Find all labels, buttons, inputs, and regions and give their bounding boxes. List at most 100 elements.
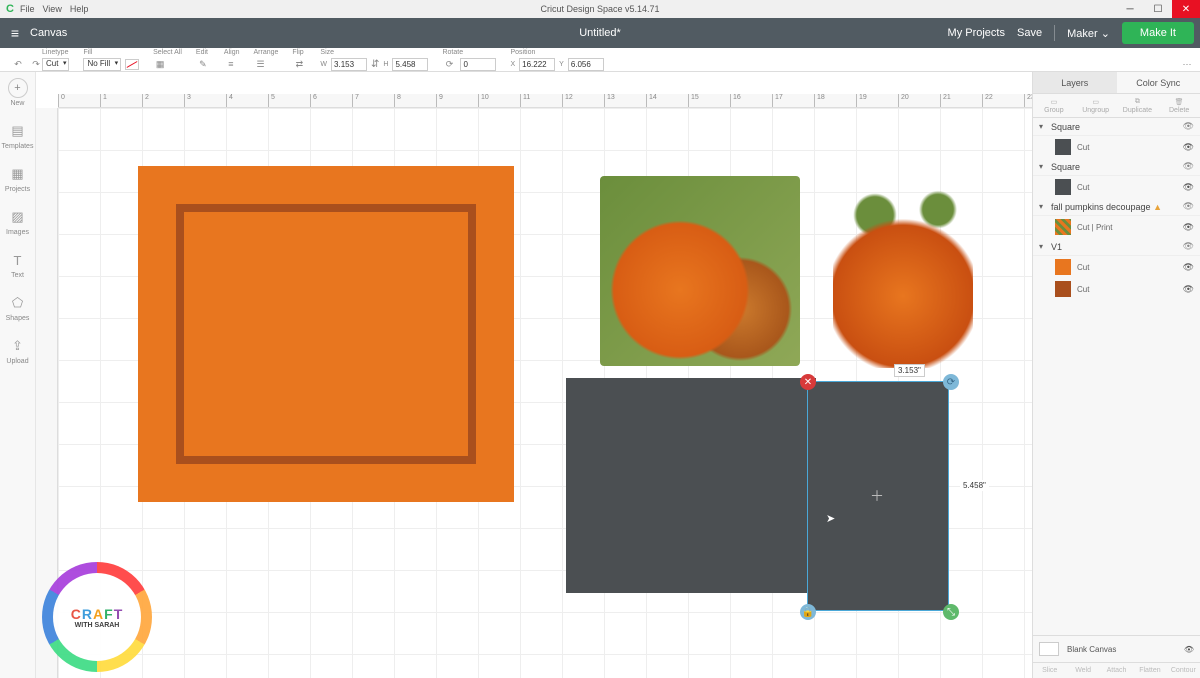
more-options-icon[interactable]: ⋯ [1180, 57, 1194, 71]
visibility-eye-icon[interactable]: 👁 [1183, 222, 1194, 233]
layer-sub-row[interactable]: Cut 👁 [1033, 256, 1200, 278]
size-height-input[interactable] [392, 58, 428, 71]
layer-swatch [1055, 259, 1071, 275]
window-maximize-button[interactable]: ☐ [1144, 0, 1172, 18]
projects-icon: ▦ [7, 164, 27, 184]
layer-sub-row[interactable]: Cut 👁 [1033, 176, 1200, 198]
rotate-input[interactable] [460, 58, 496, 71]
visibility-eye-icon[interactable]: 👁 [1183, 142, 1194, 153]
header-bar: ≡ Canvas Untitled* My Projects Save Make… [0, 18, 1200, 48]
layer-row[interactable]: ▾Square👁 [1033, 118, 1200, 136]
duplicate-button[interactable]: ⧉Duplicate [1117, 94, 1159, 117]
visibility-eye-icon[interactable]: 👁 [1183, 121, 1194, 132]
position-x-input[interactable] [519, 58, 555, 71]
layer-row[interactable]: ▾fall pumpkins decoupage ▲👁 [1033, 198, 1200, 216]
visibility-eye-icon[interactable]: 👁 [1183, 241, 1194, 252]
label-flip: Flip [292, 49, 306, 56]
visibility-eye-icon[interactable]: 👁 [1183, 201, 1194, 212]
window-minimize-button[interactable]: ─ [1116, 0, 1144, 18]
ruler-horizontal: 0123456789101112131415161718192021222324 [58, 94, 1032, 108]
flip-icon[interactable]: ⇄ [292, 57, 306, 71]
watermark-logo: CRAFT WITH SARAH [42, 562, 152, 672]
design-canvas[interactable]: ✕ ⟳ 🔒 ⤡ ＋ 3.153" 5.458" ➤ [58, 108, 1032, 678]
size-width-input[interactable] [331, 58, 367, 71]
upload-button[interactable]: ⇪Upload [6, 336, 28, 365]
tab-layers[interactable]: Layers [1033, 72, 1117, 93]
undo-icon[interactable]: ↶ [12, 57, 24, 71]
flatten-button[interactable]: Flatten [1133, 663, 1166, 678]
layer-sub-row[interactable]: Cut👁 [1033, 278, 1200, 300]
rotate-icon: ⟳ [442, 57, 456, 71]
fill-swatch-none-icon[interactable] [125, 59, 139, 70]
layer-row[interactable]: ▾V1👁 [1033, 238, 1200, 256]
hamburger-menu-icon[interactable]: ≡ [0, 25, 30, 41]
slice-button[interactable]: Slice [1033, 663, 1066, 678]
contour-button[interactable]: Contour [1167, 663, 1200, 678]
ungroup-button[interactable]: ▭Ungroup [1075, 94, 1117, 117]
templates-button[interactable]: ▤Templates [2, 121, 34, 150]
size-lock-icon[interactable]: ⇵ [371, 59, 379, 70]
edit-toolbar: ↶ ↷ Linetype Cut Fill No Fill Select All… [0, 48, 1200, 72]
mouse-cursor-icon: ➤ [826, 512, 835, 525]
chevron-down-icon: ⌄ [1101, 28, 1110, 40]
visibility-eye-icon[interactable]: 👁 [1183, 182, 1194, 193]
layer-sub-row[interactable]: Cut👁 [1033, 136, 1200, 158]
blank-canvas-label: Blank Canvas [1067, 645, 1116, 654]
layers-footer: SliceWeldAttachFlattenContour [1033, 662, 1200, 678]
text-icon: T [8, 250, 28, 270]
canvas-object-square-1[interactable] [566, 378, 816, 593]
menu-help[interactable]: Help [70, 4, 89, 14]
canvas-object-pumpkins-image[interactable] [600, 176, 800, 366]
make-it-button[interactable]: Make It [1122, 22, 1194, 44]
fill-select[interactable]: No Fill [83, 58, 121, 71]
tab-color-sync[interactable]: Color Sync [1117, 72, 1200, 93]
label-rotate: Rotate [442, 49, 496, 56]
layer-swatch [1055, 139, 1071, 155]
selection-lock-handle[interactable]: 🔒 [800, 604, 816, 620]
weld-button[interactable]: Weld [1066, 663, 1099, 678]
shapes-button[interactable]: ⬠Shapes [6, 293, 30, 322]
align-icon[interactable]: ≡ [224, 57, 238, 71]
position-y-input[interactable] [568, 58, 604, 71]
layer-sub-row[interactable]: Cut | Print👁 [1033, 216, 1200, 238]
visibility-eye-icon[interactable]: 👁 [1184, 645, 1194, 654]
menu-file[interactable]: File [20, 4, 35, 14]
attach-button[interactable]: Attach [1100, 663, 1133, 678]
machine-selector[interactable]: Maker ⌄ [1067, 27, 1110, 40]
projects-button[interactable]: ▦Projects [5, 164, 30, 193]
layer-row[interactable]: ▾Square👁 [1033, 158, 1200, 176]
arrange-icon[interactable]: ☰ [254, 57, 268, 71]
label-fill: Fill [83, 49, 139, 56]
group-button[interactable]: ▭Group [1033, 94, 1075, 117]
layer-operation-label: Cut [1077, 183, 1089, 192]
selection-delete-handle[interactable]: ✕ [800, 374, 816, 390]
canvas-object-pumpkin-single[interactable] [833, 188, 973, 368]
layer-swatch [1055, 219, 1071, 235]
blank-canvas-row[interactable]: Blank Canvas 👁 [1033, 636, 1200, 662]
layers-list: ▾Square👁Cut👁▾Square👁Cut👁▾fall pumpkins d… [1033, 118, 1200, 635]
selection-rotate-handle[interactable]: ⟳ [943, 374, 959, 390]
document-title[interactable]: Untitled* [579, 27, 621, 39]
menu-view[interactable]: View [42, 4, 61, 14]
window-close-button[interactable]: ✕ [1172, 0, 1200, 18]
watermark-text1: CRAFT [71, 606, 124, 622]
redo-icon[interactable]: ↷ [30, 57, 42, 71]
canvas-object-frame[interactable] [138, 166, 514, 502]
visibility-eye-icon[interactable]: 👁 [1183, 161, 1194, 172]
visibility-eye-icon[interactable]: 👁 [1183, 284, 1194, 295]
blank-canvas-swatch [1039, 642, 1059, 656]
select-all-icon[interactable]: ▦ [153, 57, 167, 71]
layer-operation-label: Cut [1077, 263, 1089, 272]
my-projects-link[interactable]: My Projects [948, 27, 1005, 39]
label-align: Align [224, 49, 240, 56]
app-logo-icon: C [6, 3, 14, 15]
images-button[interactable]: ▨Images [6, 207, 29, 236]
linetype-select[interactable]: Cut [42, 58, 69, 71]
save-button[interactable]: Save [1017, 27, 1042, 39]
text-button[interactable]: TText [8, 250, 28, 279]
visibility-eye-icon[interactable]: 👁 [1183, 262, 1194, 273]
delete-button[interactable]: 🗑Delete [1158, 94, 1200, 117]
new-button[interactable]: +New [8, 78, 28, 107]
edit-icon[interactable]: ✎ [196, 57, 210, 71]
selection-resize-handle[interactable]: ⤡ [943, 604, 959, 620]
